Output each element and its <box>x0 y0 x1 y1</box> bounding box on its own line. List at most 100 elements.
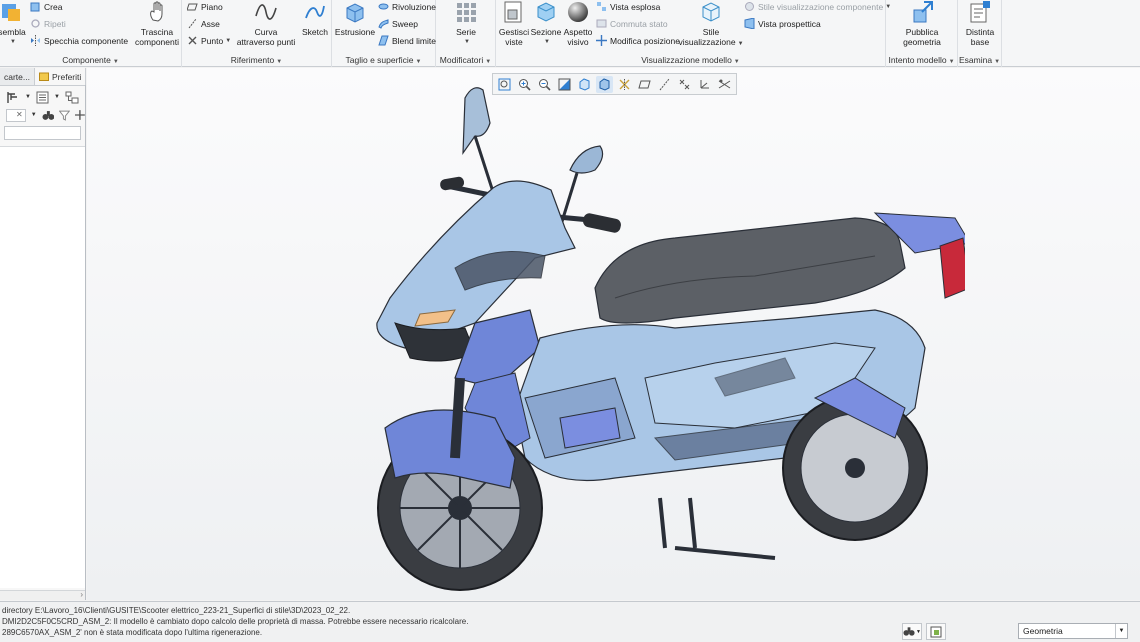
group-taglio-superficie: Sketch Estrusione Rivoluzione Sweep Blen… <box>302 0 436 67</box>
curve-icon <box>255 4 277 20</box>
vista-esplosa-button[interactable]: Vista esplosa <box>596 0 660 13</box>
group-label-text: Esamina <box>958 55 993 65</box>
chevron-down-icon[interactable]: ▼ <box>31 112 37 118</box>
distinta-label-1: Distinta <box>965 27 995 37</box>
gestisci-viste-button[interactable]: Gestisci viste <box>498 0 530 47</box>
tree-search-input[interactable] <box>4 126 81 140</box>
rivoluzione-button[interactable]: Rivoluzione <box>378 0 436 13</box>
seat <box>594 217 906 324</box>
curva-label-1: Curva <box>254 27 278 37</box>
sezione-label: Sezione <box>530 27 562 37</box>
aspetto-label-2: visivo <box>567 37 589 47</box>
horizontal-scrollbar[interactable]: › <box>0 590 85 600</box>
status-tools: ▼ <box>902 623 946 640</box>
punto-label: Punto <box>201 35 224 46</box>
sezione-button[interactable]: Sezione ▼ <box>530 0 562 47</box>
group-label-componente[interactable]: Componente ▼ <box>0 55 181 65</box>
group-label-taglio[interactable]: Taglio e superficie ▼ <box>332 55 435 65</box>
find-binoculars-icon[interactable] <box>42 109 55 121</box>
stile-visualizzazione-componente-button[interactable]: Stile visualizzazione componente ▼ <box>744 0 891 13</box>
group-modificatori: Serie ▼ Modificatori ▼ <box>436 0 496 67</box>
scooter-3d-model[interactable] <box>315 78 965 598</box>
piano-label: Piano <box>201 1 223 12</box>
chevron-down-icon: ▼ <box>225 37 232 44</box>
chevron-down-icon: ▼ <box>544 39 550 45</box>
chevron-down-icon: ▼ <box>737 41 744 47</box>
modifica-posizione-label: Modifica posizione <box>610 35 680 46</box>
tab-folder-browser[interactable]: carte... <box>0 68 35 85</box>
group-label-riferimento[interactable]: Riferimento ▼ <box>182 55 331 65</box>
sweep-button[interactable]: Sweep <box>378 17 418 30</box>
trascina-componenti-button[interactable]: Trascina componenti <box>135 0 179 47</box>
section-icon <box>537 2 555 22</box>
chevron-down-icon: ▼ <box>916 628 921 635</box>
selection-window-button[interactable] <box>926 623 946 640</box>
curva-button[interactable]: Curva attraverso punti <box>234 0 298 47</box>
extrude-icon <box>346 3 364 23</box>
group-label-intento[interactable]: Intento modello ▼ <box>886 55 957 65</box>
create-component-icon <box>30 2 40 12</box>
tree-columns-icon[interactable] <box>65 91 79 104</box>
chevron-down-icon: ▼ <box>10 39 16 45</box>
ribbon: sembla ▼ Crea Ripeti Specchia componente… <box>0 0 1140 67</box>
vista-prospettica-label: Vista prospettica <box>758 18 821 29</box>
assemble-button[interactable]: sembla ▼ <box>0 0 27 47</box>
tree-settings-icon[interactable] <box>6 91 20 104</box>
graphics-viewport[interactable] <box>87 68 1140 600</box>
punto-button[interactable]: Punto ▼ <box>187 34 231 47</box>
pubblica-geometria-button[interactable]: Pubblica geometria <box>894 0 950 47</box>
trascina-label-2: componenti <box>135 37 179 47</box>
crea-button[interactable]: Crea <box>30 0 62 13</box>
mirror-icon <box>31 35 40 46</box>
sketch-icon <box>305 5 325 19</box>
assemble-icon <box>2 4 20 21</box>
chevron-down-icon[interactable]: ▼ <box>25 94 31 100</box>
find-button[interactable]: ▼ <box>902 623 922 640</box>
component-style-icon <box>745 2 754 11</box>
sketch-button[interactable]: Sketch <box>302 0 328 37</box>
stile-visualizzazione-button[interactable]: Stile visualizzazione ▼ <box>678 0 744 49</box>
tab-favorites[interactable]: Preferiti <box>34 68 87 85</box>
pattern-icon <box>457 3 476 22</box>
distinta-base-button[interactable]: Distinta base <box>962 0 998 47</box>
group-label-esamina[interactable]: Esamina ▼ <box>958 55 1001 65</box>
aspetto-visivo-button[interactable]: Aspetto visivo <box>562 0 594 47</box>
list-view-icon[interactable] <box>36 91 49 104</box>
estrusione-button[interactable]: Estrusione <box>335 0 375 37</box>
serie-button[interactable]: Serie ▼ <box>454 0 478 47</box>
group-componente: sembla ▼ Crea Ripeti Specchia componente… <box>0 0 182 67</box>
distinta-label-2: base <box>970 37 990 47</box>
add-icon[interactable] <box>75 110 85 120</box>
rivoluzione-label: Rivoluzione <box>392 1 436 12</box>
bill-of-materials-icon <box>970 1 990 23</box>
specchia-componente-button[interactable]: Specchia componente <box>30 34 128 47</box>
commuta-stato-button[interactable]: Commuta stato <box>596 17 668 30</box>
group-label-modificatori[interactable]: Modificatori ▼ <box>436 55 495 65</box>
group-label-text: Modificatori <box>439 55 484 65</box>
selection-filter-select[interactable]: Geometria ▼ <box>1018 623 1128 639</box>
perspective-icon <box>744 18 755 29</box>
point-icon <box>188 36 197 45</box>
chevron-down-icon: ▼ <box>948 59 955 65</box>
axis-icon <box>188 18 197 29</box>
modifica-posizione-button[interactable]: Modifica posizione <box>596 34 680 47</box>
chevron-down-icon: ▼ <box>112 59 119 65</box>
asse-label: Asse <box>201 18 220 29</box>
model-tree-panel: carte... Preferiti ▼ ▼ ✕ ▼ › <box>0 68 87 600</box>
clear-search-icon[interactable]: ✕ <box>6 108 26 122</box>
repeat-icon <box>31 19 40 28</box>
chevron-down-icon: ▼ <box>485 59 492 65</box>
vista-prospettica-button[interactable]: Vista prospettica <box>744 17 821 30</box>
blend-limite-button[interactable]: Blend limite <box>378 34 436 47</box>
asse-button[interactable]: Asse <box>187 17 220 30</box>
chevron-down-icon[interactable]: ▼ <box>54 94 60 100</box>
blend-label: Blend limite <box>392 35 436 46</box>
scroll-right-icon[interactable]: › <box>80 590 83 599</box>
ripeti-button[interactable]: Ripeti <box>30 17 66 30</box>
piano-button[interactable]: Piano <box>187 0 223 13</box>
publish-geometry-icon <box>913 1 933 23</box>
chevron-down-icon: ▼ <box>994 59 1001 65</box>
model-tree[interactable] <box>0 146 85 588</box>
group-label-visualizzazione[interactable]: Visualizzazione modello ▼ <box>496 55 885 65</box>
filter-icon[interactable] <box>59 110 71 121</box>
